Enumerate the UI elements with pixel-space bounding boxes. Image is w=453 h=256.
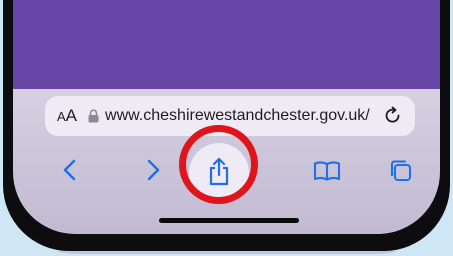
text-size-button[interactable]: AA <box>57 106 77 126</box>
lock-icon <box>88 109 99 123</box>
text-size-small-label: A <box>57 109 66 124</box>
text-size-large-label: A <box>65 106 78 125</box>
reload-icon[interactable] <box>383 106 403 126</box>
back-chevron-icon[interactable] <box>60 158 80 182</box>
highlight-ring <box>179 125 258 204</box>
forward-chevron-icon[interactable] <box>143 158 163 182</box>
home-indicator[interactable] <box>159 218 299 223</box>
bookmarks-icon[interactable] <box>313 160 341 182</box>
url-text[interactable]: www.cheshirewestandchester.gov.uk/ <box>105 107 370 125</box>
tabs-icon[interactable] <box>388 158 414 184</box>
web-page-content <box>13 0 440 89</box>
